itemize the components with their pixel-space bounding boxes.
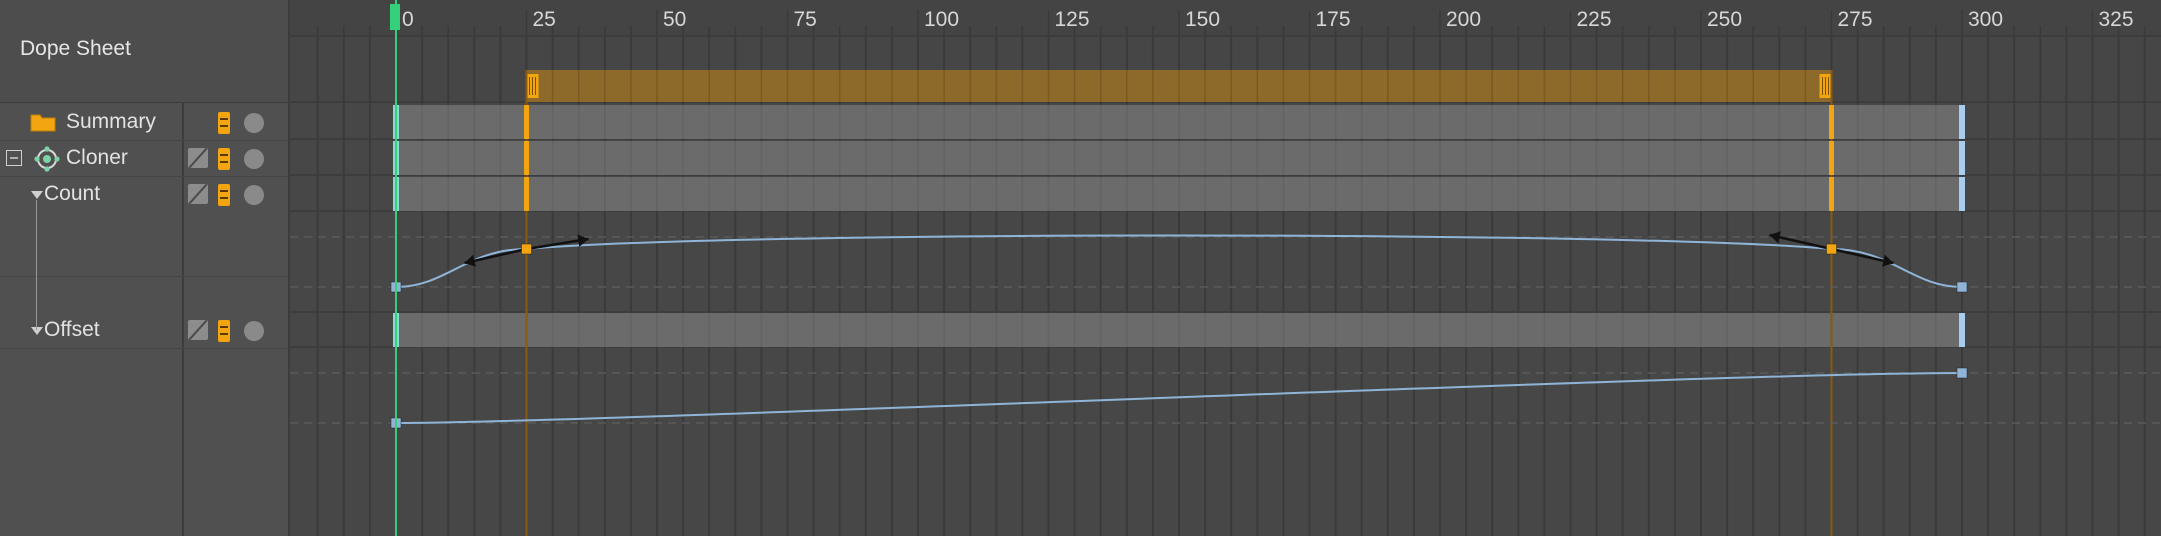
keyframe-lane-icon[interactable] [218, 184, 230, 206]
keyframe-lane-icon[interactable] [218, 320, 230, 342]
cloner-icon [34, 146, 60, 172]
triangle-down-icon[interactable] [30, 326, 44, 336]
playhead-handle[interactable] [390, 4, 400, 30]
collapse-icon[interactable] [6, 150, 22, 166]
keyframe-offset[interactable] [1959, 313, 1965, 347]
panel-title: Dope Sheet [20, 37, 131, 60]
tree-row-summary[interactable]: Summary [0, 104, 288, 141]
tree-row-label: Summary [66, 110, 156, 133]
record-dot-icon[interactable] [244, 149, 264, 169]
mute-track-icon[interactable] [188, 320, 208, 340]
dope-sheet-timeline[interactable]: 0 25 50 75 100 125 150 175 200 225 250 275 300 325 [290, 0, 2161, 536]
ruler-tick-label: 150 [1185, 8, 1220, 31]
dope-sheet-tree-panel: Dope Sheet Summary Cloner Count Offset [0, 0, 290, 536]
tree-row-label: Count [44, 182, 101, 205]
curve-key-point[interactable] [521, 243, 532, 255]
tree-row-label: Offset [44, 318, 100, 341]
timeline-canvas[interactable]: 0 25 50 75 100 125 150 175 200 225 250 275 300 325 [290, 0, 2161, 536]
keyframe-summary[interactable] [524, 105, 529, 139]
keyframe-lane-icon[interactable] [218, 112, 230, 134]
record-dot-icon[interactable] [244, 185, 264, 205]
record-dot-icon[interactable] [244, 113, 264, 133]
tree-row-cloner[interactable]: Cloner [0, 140, 288, 177]
ruler-background[interactable] [290, 0, 2161, 36]
ruler-tick-label: 250 [1707, 8, 1742, 31]
ruler-tick-label: 275 [1838, 8, 1873, 31]
row-controls [188, 148, 278, 170]
ruler-tick-label: 325 [2099, 8, 2134, 31]
tree-row-label: Cloner [66, 146, 128, 169]
keyframe-cloner[interactable] [1959, 141, 1965, 175]
mute-track-icon[interactable] [188, 184, 208, 204]
curve-key-point[interactable] [1956, 367, 1968, 379]
ruler-tick-label: 125 [1055, 8, 1090, 31]
ruler-tick-label: 225 [1577, 8, 1612, 31]
panel-header: Dope Sheet [0, 0, 288, 103]
ruler-tick-label: 0 [402, 8, 414, 31]
ruler-tick-label: 175 [1316, 8, 1351, 31]
ruler-tick-label: 200 [1446, 8, 1481, 31]
keyframe-cloner[interactable] [524, 141, 529, 175]
mute-track-icon[interactable] [188, 148, 208, 168]
triangle-down-icon[interactable] [30, 190, 44, 200]
keyframe-cloner[interactable] [1829, 141, 1834, 175]
ruler-tick-label: 300 [1968, 8, 2003, 31]
folder-icon [30, 114, 56, 132]
keyframe-count[interactable] [524, 177, 529, 211]
tree-row-offset[interactable]: Offset [0, 312, 288, 349]
keyframe-lane-icon[interactable] [218, 148, 230, 170]
tree-row-count[interactable]: Count [0, 176, 288, 277]
row-controls [188, 184, 278, 206]
hierarchy-line [36, 200, 37, 330]
record-dot-icon[interactable] [244, 321, 264, 341]
keyframe-summary[interactable] [1829, 105, 1834, 139]
keyframe-summary[interactable] [1959, 105, 1965, 139]
curve-key-point[interactable] [1826, 243, 1837, 255]
ruler-tick-label: 100 [924, 8, 959, 31]
keyframe-count[interactable] [1829, 177, 1834, 211]
row-controls [188, 112, 278, 134]
curve-key-point[interactable] [1956, 281, 1968, 293]
row-controls [188, 320, 278, 342]
keyframe-count[interactable] [1959, 177, 1965, 211]
